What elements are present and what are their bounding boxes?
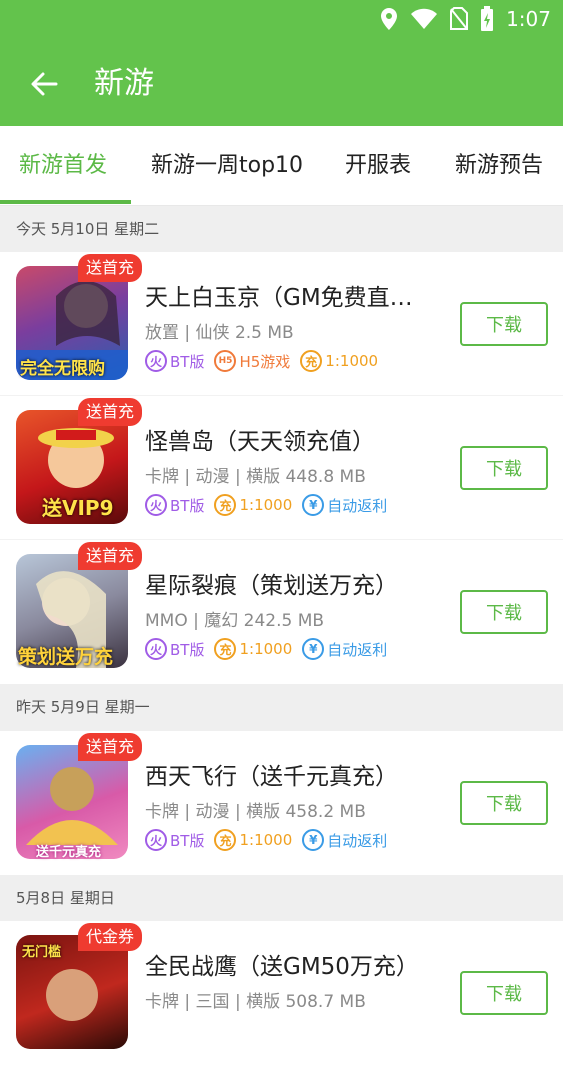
tag-recharge: 充 1:1000: [300, 350, 378, 372]
tab-new-release[interactable]: 新游首发: [19, 126, 107, 206]
date-header: 今天 5月10日 星期二: [0, 206, 563, 252]
yen-icon: ¥: [302, 829, 325, 851]
tag-bt: 火 BT版: [145, 494, 204, 516]
thumbnail-caption: 完全无限购: [20, 359, 105, 379]
tag-recharge: 充 1:1000: [214, 829, 292, 851]
yen-icon: ¥: [302, 638, 325, 660]
status-bar: 1:07: [0, 0, 563, 40]
game-meta: 卡牌 | 动漫 | 横版 458.2 MB: [145, 802, 366, 822]
recharge-icon: 充: [214, 494, 237, 516]
game-title: 星际裂痕（策划送万充）: [145, 573, 398, 599]
arrow-left-icon: [31, 72, 58, 96]
recharge-icon: 充: [214, 829, 237, 851]
flame-icon: 火: [145, 350, 167, 372]
date-header: 昨天 5月9日 星期一: [0, 684, 563, 730]
tag-bt: 火 BT版: [145, 829, 204, 851]
tab-weekly-top10[interactable]: 新游一周top10: [151, 126, 303, 206]
battery-charging-icon: [481, 6, 494, 31]
download-button[interactable]: 下载: [460, 971, 548, 1015]
promo-badge: 送首充: [78, 254, 143, 282]
h5-icon: H5: [214, 350, 237, 372]
date-header: 5月8日 星期日: [0, 875, 563, 921]
thumbnail-caption: 送千元真充: [36, 845, 102, 860]
page-title: 新游: [94, 66, 154, 101]
promo-badge: 送首充: [78, 398, 143, 426]
active-tab-indicator: [0, 200, 131, 204]
tag-list: 火 BT版 充 1:1000 ¥ 自动返利: [145, 829, 387, 851]
game-title: 全民战鹰（送GM50万充）: [145, 954, 419, 980]
download-button[interactable]: 下载: [460, 302, 548, 346]
status-time: 1:07: [506, 7, 551, 31]
game-list-item[interactable]: 完全无限购 送首充 天上白玉京（GM免费直… 放置 | 仙侠 2.5 MB 火B…: [0, 252, 563, 396]
tab-upcoming[interactable]: 新游预告: [455, 126, 543, 206]
tag-rebate: ¥ 自动返利: [302, 829, 387, 851]
game-list-item[interactable]: 送VIP9 送首充 怪兽岛（天天领充值） 卡牌 | 动漫 | 横版 448.8 …: [0, 396, 563, 540]
tag-bt: 火 BT版: [145, 350, 204, 372]
promo-badge: 代金券: [78, 923, 143, 951]
flame-icon: 火: [145, 494, 167, 516]
game-title: 怪兽岛（天天领充值）: [145, 429, 375, 455]
yen-icon: ¥: [302, 494, 325, 516]
promo-badge: 送首充: [78, 733, 143, 761]
thumbnail-caption: 策划送万充: [18, 646, 114, 668]
app-bar: 新游: [0, 40, 563, 126]
location-icon: [381, 8, 398, 30]
game-title: 西天飞行（送千元真充）: [145, 764, 398, 790]
game-list-item[interactable]: 策划送万充 送首充 星际裂痕（策划送万充） MMO | 魔幻 242.5 MB …: [0, 540, 563, 684]
flame-icon: 火: [145, 829, 167, 851]
status-icons: 1:07: [380, 6, 551, 32]
game-list-item[interactable]: 无门槛 代金券 全民战鹰（送GM50万充） 卡牌 | 三国 | 横版 508.7…: [0, 921, 563, 1065]
tab-server-schedule[interactable]: 开服表: [345, 126, 411, 206]
recharge-icon: 充: [214, 638, 237, 660]
tag-list: 火 BT版 H5 H5游戏 充 1:1000: [145, 350, 378, 372]
recharge-icon: 充: [300, 350, 323, 372]
game-title: 天上白玉京（GM免费直…: [145, 285, 413, 311]
game-meta: MMO | 魔幻 242.5 MB: [145, 611, 325, 631]
download-button[interactable]: 下载: [460, 446, 548, 490]
download-button[interactable]: 下载: [460, 781, 548, 825]
thumbnail-caption: 无门槛: [22, 945, 62, 960]
download-button[interactable]: 下载: [460, 590, 548, 634]
no-sim-icon: [450, 7, 469, 30]
tag-rebate: ¥ 自动返利: [302, 638, 387, 660]
tab-bar: 新游首发 新游一周top10 开服表 新游预告: [0, 126, 563, 206]
tag-bt: 火 BT版: [145, 638, 204, 660]
game-meta: 卡牌 | 动漫 | 横版 448.8 MB: [145, 467, 366, 487]
tag-h5: H5 H5游戏: [214, 350, 290, 372]
tag-list: 火 BT版 充 1:1000 ¥ 自动返利: [145, 494, 387, 516]
game-list-item[interactable]: 送千元真充 送首充 西天飞行（送千元真充） 卡牌 | 动漫 | 横版 458.2…: [0, 731, 563, 875]
tag-rebate: ¥ 自动返利: [302, 494, 387, 516]
flame-icon: 火: [145, 638, 167, 660]
tag-recharge: 充 1:1000: [214, 638, 292, 660]
promo-badge: 送首充: [78, 542, 143, 570]
wifi-icon: [411, 8, 438, 29]
thumbnail-caption: 送VIP9: [42, 496, 114, 520]
tag-recharge: 充 1:1000: [214, 494, 292, 516]
back-button[interactable]: [22, 62, 66, 106]
game-meta: 放置 | 仙侠 2.5 MB: [145, 323, 294, 343]
tag-list: 火 BT版 充 1:1000 ¥ 自动返利: [145, 638, 387, 660]
